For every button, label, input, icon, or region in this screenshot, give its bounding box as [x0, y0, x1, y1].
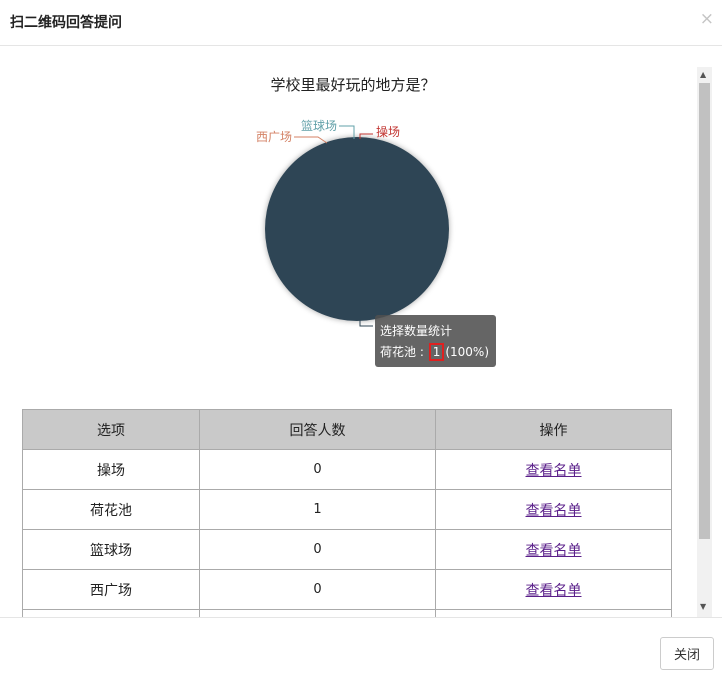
slice-label: 操场: [376, 124, 400, 139]
action-cell: 查看名单: [435, 569, 672, 610]
tooltip-series: 选择数量统计: [380, 324, 453, 338]
scrollbar[interactable]: ▲ ▼: [697, 67, 712, 617]
tooltip-value: 1: [428, 343, 445, 361]
dialog-footer: 关闭: [0, 617, 722, 676]
count-cell: 0: [199, 529, 436, 570]
tooltip-label: 荷花池 :: [380, 345, 428, 359]
action-cell: 查看名单: [435, 529, 672, 570]
scrollbar-thumb[interactable]: [699, 83, 710, 539]
table-row: 荷花池 1 查看名单: [22, 489, 672, 530]
view-list-link[interactable]: 查看名单: [526, 543, 582, 559]
count-cell: 1: [199, 489, 436, 530]
close-icon[interactable]: ×: [700, 9, 714, 29]
label-leader-line: [339, 125, 355, 139]
option-cell: 荷花池: [22, 489, 200, 530]
column-header-action: 操作: [435, 409, 672, 450]
up-arrow-icon[interactable]: ▲: [700, 71, 706, 79]
option-cell: 篮球场: [22, 529, 200, 570]
table-header-row: 选项 回答人数 操作: [22, 409, 672, 450]
count-cell: 0: [199, 449, 436, 490]
slice-label: 西广场: [256, 130, 292, 144]
close-button[interactable]: 关闭: [660, 637, 714, 670]
action-cell: 查看名单: [435, 489, 672, 530]
column-header-count: 回答人数: [199, 409, 436, 450]
pie-chart: 操场 篮球场西广场: [256, 118, 449, 327]
action-cell: 查看名单: [435, 449, 672, 490]
tooltip-percent: (100%): [445, 345, 489, 359]
chart-tooltip: 选择数量统计 荷花池 : 1 (100%): [375, 315, 496, 367]
option-cell: 操场: [22, 449, 200, 490]
dialog-header: 扫二维码回答提问 ×: [0, 0, 722, 46]
table-row: 篮球场 0 查看名单: [22, 529, 672, 570]
label-leader-line: [294, 136, 328, 144]
count-cell: 0: [199, 569, 436, 610]
view-list-link[interactable]: 查看名单: [526, 463, 582, 479]
option-cell: 西广场: [22, 569, 200, 610]
dialog-body: 学校里最好玩的地方是？ 操场 篮球场 西广场 选择数量统计 荷花池 : 1 (100%…: [0, 47, 722, 617]
view-list-link[interactable]: 查看名单: [526, 503, 582, 519]
down-arrow-icon[interactable]: ▼: [700, 603, 706, 611]
column-header-option: 选项: [22, 409, 200, 450]
table-row: 西广场 0 查看名单: [22, 569, 672, 610]
slice-label: 篮球场: [301, 118, 337, 133]
table-row: 操场 0 查看名单: [22, 449, 672, 490]
table-row-partial: [22, 609, 672, 617]
pie-slice[interactable]: [265, 137, 449, 321]
view-list-link[interactable]: 查看名单: [526, 583, 582, 599]
dialog-title: 扫二维码回答提问: [10, 15, 122, 31]
results-table: 选项 回答人数 操作 操场 0 查看名单 荷花池 1 查看名单 篮球场 0 查看…: [22, 409, 672, 617]
